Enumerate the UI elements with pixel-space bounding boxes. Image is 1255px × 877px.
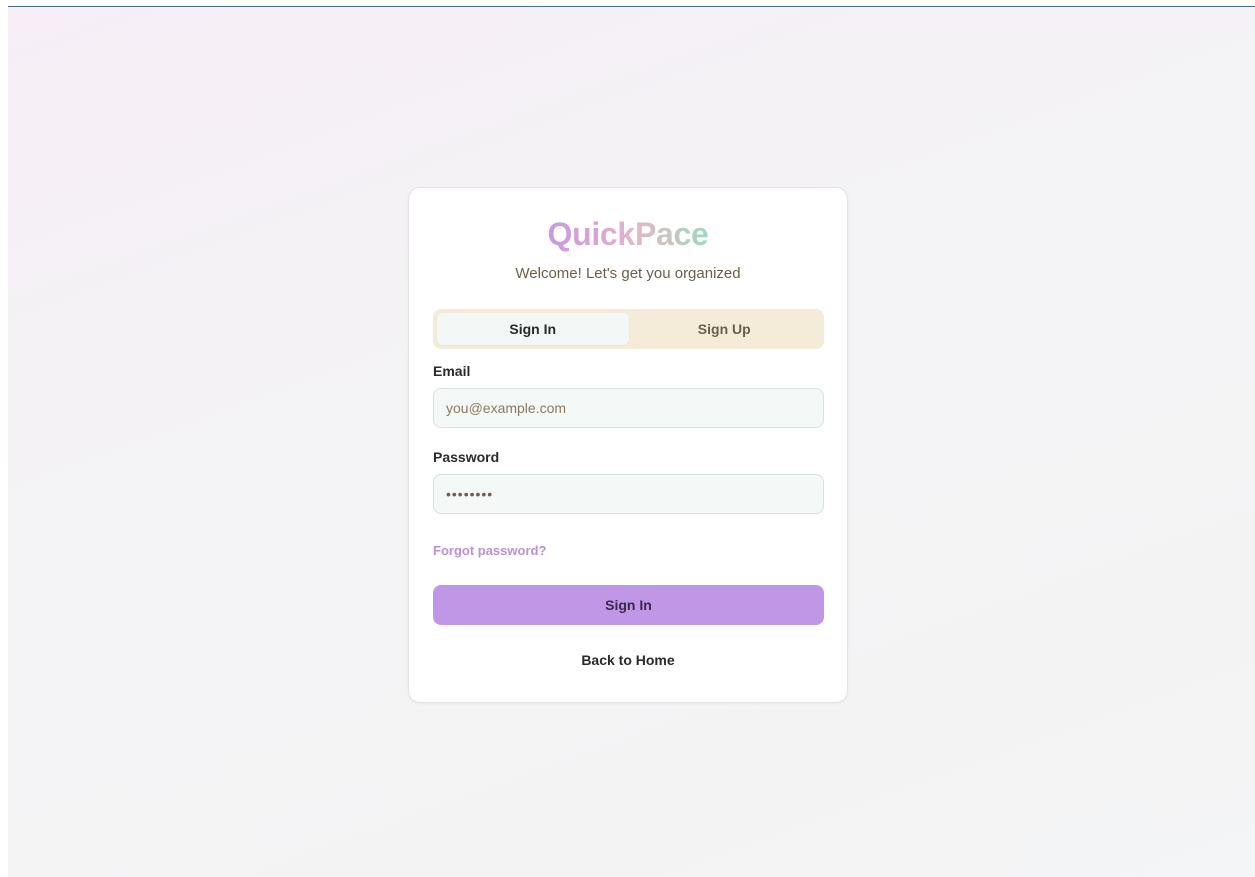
password-field[interactable]: [433, 474, 824, 514]
page-background: QuickPace Welcome! Let's get you organiz…: [8, 6, 1255, 877]
tab-sign-in[interactable]: Sign In: [437, 313, 629, 345]
forgot-password-link[interactable]: Forgot password?: [433, 542, 546, 560]
sign-in-button[interactable]: Sign In: [433, 585, 824, 625]
email-field[interactable]: [433, 388, 824, 428]
tab-sign-up[interactable]: Sign Up: [629, 313, 821, 345]
brand-name-part-1: Quick: [547, 216, 636, 252]
auth-tabs: Sign In Sign Up: [433, 309, 824, 349]
back-to-home-link[interactable]: Back to Home: [409, 651, 847, 669]
welcome-subtitle: Welcome! Let's get you organized: [515, 265, 741, 282]
brand-name-part-2: Pace: [634, 216, 709, 252]
auth-card: QuickPace Welcome! Let's get you organiz…: [408, 187, 848, 703]
email-label: Email: [433, 363, 471, 379]
brand-logo: QuickPace: [409, 214, 847, 254]
password-label: Password: [433, 449, 500, 465]
